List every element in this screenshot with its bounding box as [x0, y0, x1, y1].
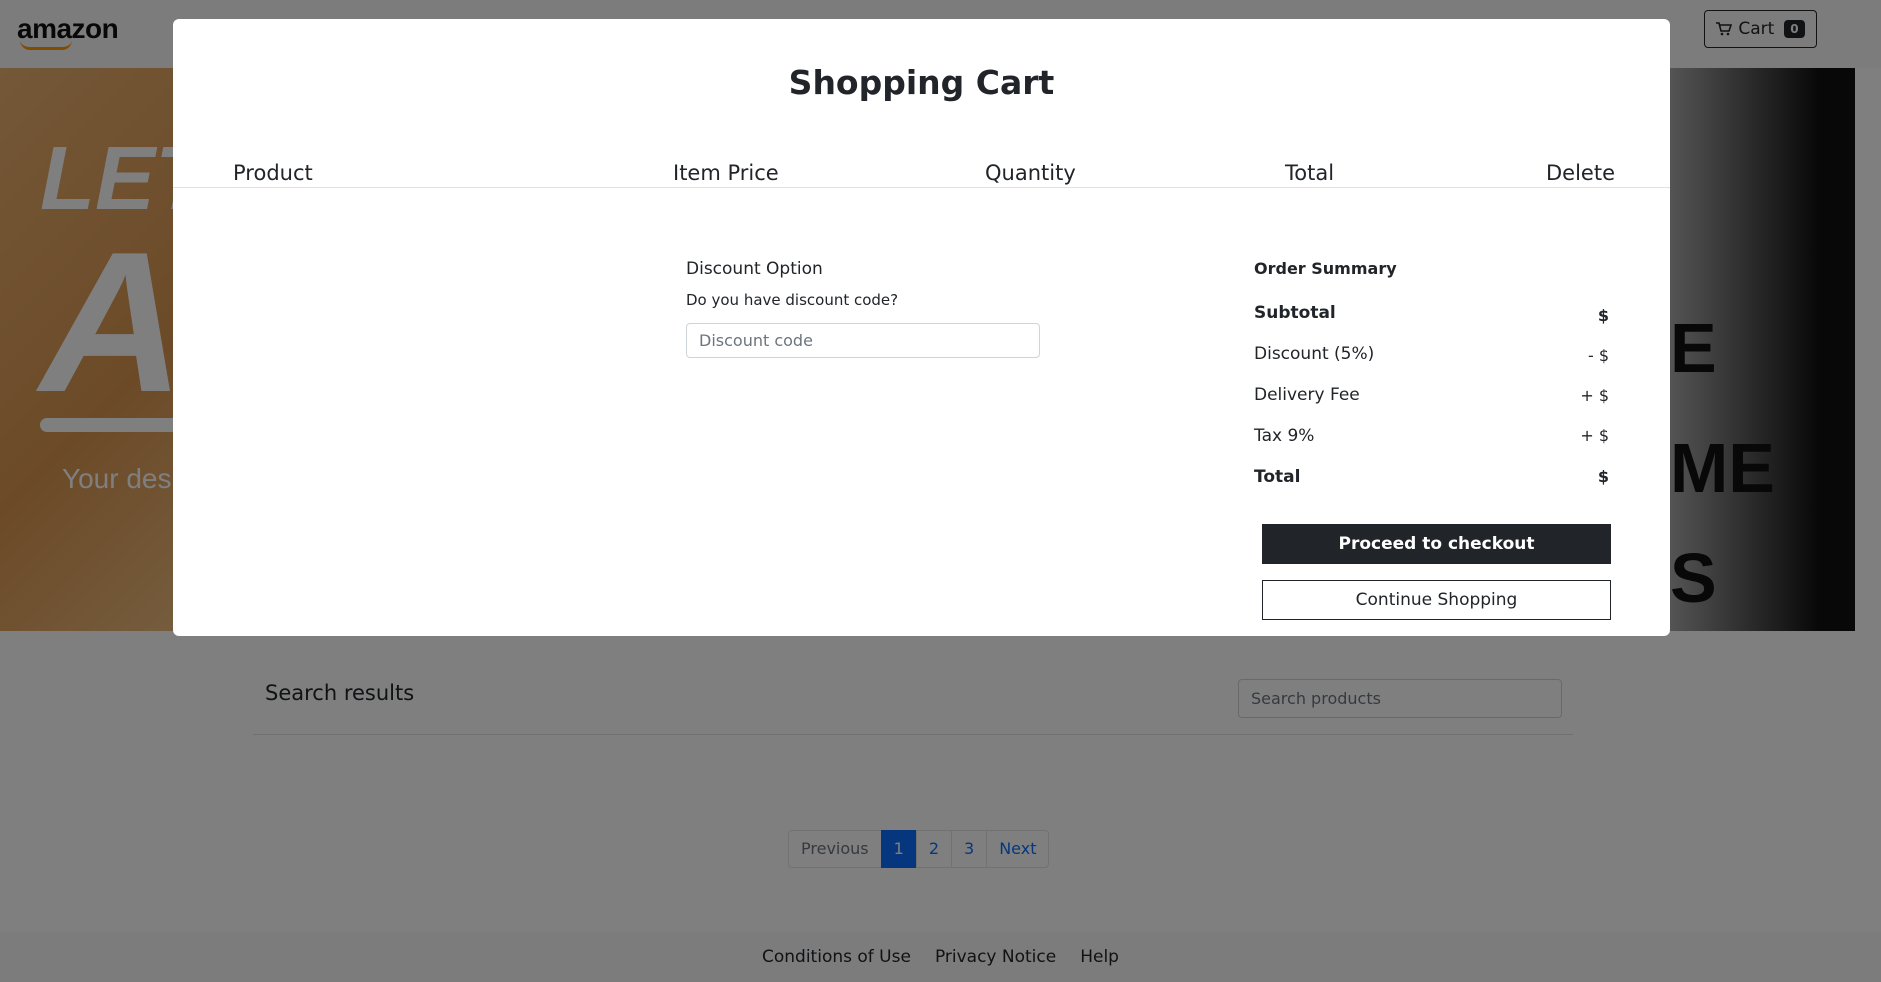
tax-value: + $ — [1580, 426, 1609, 445]
subtotal-value: $ — [1597, 306, 1609, 325]
cart-table-header: Product Item Price Quantity Total Delete — [173, 149, 1670, 188]
order-summary: Order Summary Subtotal $ Discount (5%) -… — [1254, 259, 1609, 508]
delivery-fee-label: Delivery Fee — [1254, 385, 1360, 405]
discount-value: - $ — [1587, 346, 1609, 365]
proceed-to-checkout-button[interactable]: Proceed to checkout — [1262, 524, 1611, 564]
column-total: Total — [1285, 161, 1335, 185]
shopping-cart-modal: Shopping Cart Product Item Price Quantit… — [173, 19, 1670, 636]
subtotal-label: Subtotal — [1254, 303, 1336, 323]
continue-shopping-button[interactable]: Continue Shopping — [1262, 580, 1611, 620]
total-value: $ — [1597, 467, 1609, 486]
discount-label: Discount (5%) — [1254, 344, 1375, 364]
tax-label: Tax 9% — [1254, 426, 1315, 446]
column-item-price: Item Price — [673, 161, 779, 185]
total-label: Total — [1254, 467, 1301, 487]
column-product: Product — [233, 161, 313, 185]
discount-question: Do you have discount code? — [686, 291, 899, 309]
delivery-fee-value: + $ — [1580, 386, 1609, 405]
discount-code-input[interactable] — [686, 323, 1040, 358]
summary-row-tax: Tax 9% + $ — [1254, 426, 1609, 467]
column-delete: Delete — [1546, 161, 1615, 185]
summary-row-delivery: Delivery Fee + $ — [1254, 385, 1609, 426]
column-quantity: Quantity — [985, 161, 1076, 185]
discount-title: Discount Option — [686, 259, 823, 279]
summary-row-subtotal: Subtotal $ — [1254, 303, 1609, 344]
summary-row-total: Total $ — [1254, 467, 1609, 508]
modal-title: Shopping Cart — [788, 63, 1055, 102]
discount-section: Discount Option Do you have discount cod… — [686, 259, 1040, 358]
summary-row-discount: Discount (5%) - $ — [1254, 344, 1609, 385]
order-summary-title: Order Summary — [1254, 259, 1397, 278]
